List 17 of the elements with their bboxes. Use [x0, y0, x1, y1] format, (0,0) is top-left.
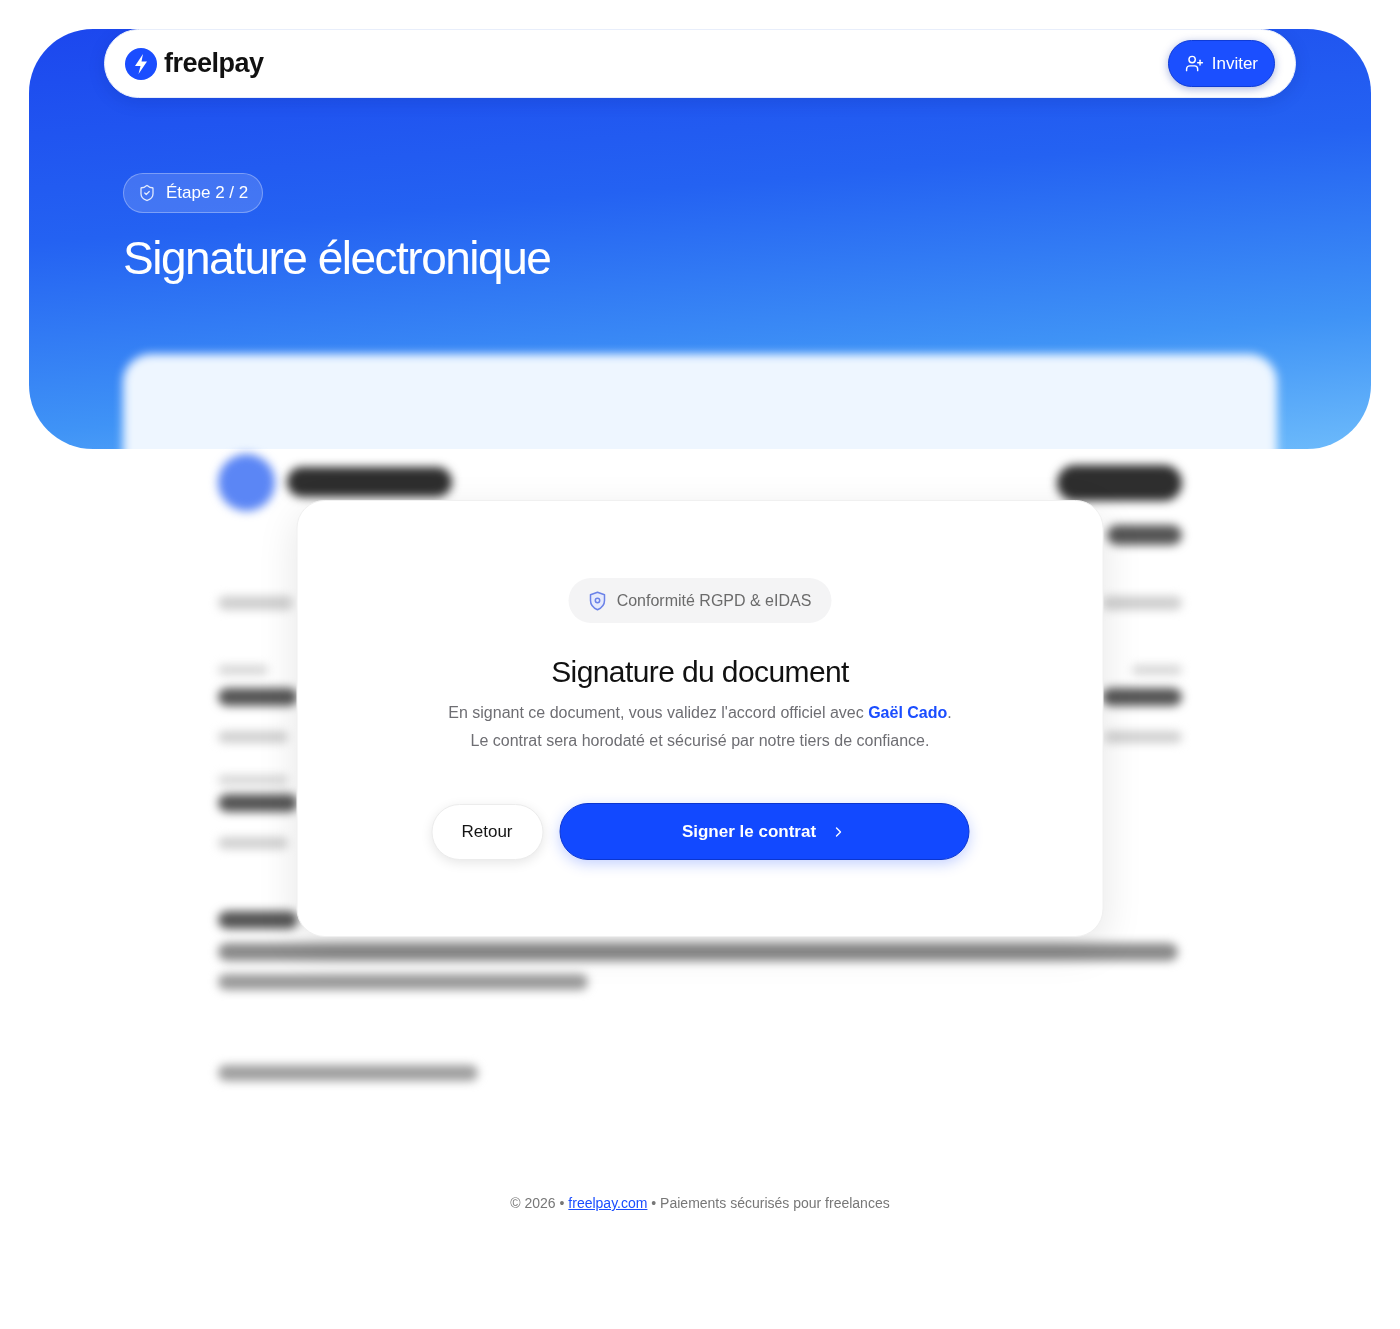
invite-button[interactable]: Inviter: [1167, 40, 1275, 87]
signer-name-link[interactable]: Gaël Cado: [868, 704, 948, 721]
user-plus-icon: [1184, 54, 1204, 73]
timestamp-note: Le contrat sera horodaté et sécurisé par notre tiers de confiance.: [470, 731, 930, 751]
website-link[interactable]: freelpay.com: [568, 1195, 648, 1211]
page-title: Signature électronique: [123, 233, 552, 284]
shield-check-icon: [138, 184, 156, 202]
step-badge: Étape 2 / 2: [123, 173, 264, 213]
bolt-logo-icon: [125, 47, 157, 80]
compliance-badge: Conformité RGPD & eIDAS: [568, 578, 832, 623]
consent-text: En signant ce document, vous validez l'accord officiel avec Gaël Cado.: [448, 703, 952, 723]
dialog-title: Signature du document: [551, 654, 849, 690]
shield-icon: [588, 590, 607, 611]
brand-name[interactable]: freelpay: [164, 43, 264, 84]
footer-text: © 2026 • freelpay.com • Paiements sécurisés pour freelances: [509, 1194, 891, 1213]
back-button[interactable]: Retour: [431, 803, 543, 860]
sign-contract-button[interactable]: Signer le contrat: [559, 803, 969, 860]
